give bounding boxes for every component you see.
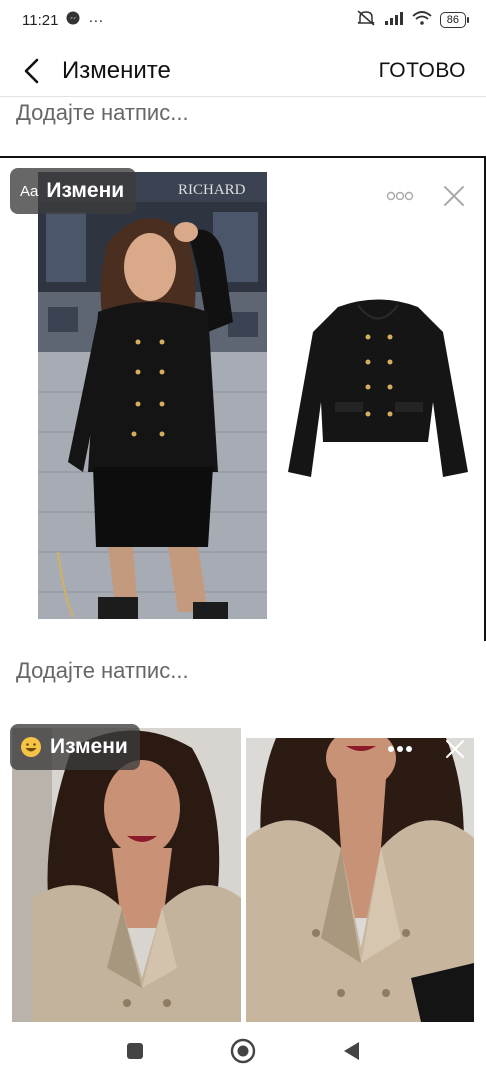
back-nav-button[interactable] <box>337 1037 365 1065</box>
close-icon <box>446 740 464 758</box>
edit-button-label: Измени <box>46 179 125 202</box>
more-options-button[interactable] <box>384 186 416 206</box>
more-horizontal-icon <box>388 746 412 752</box>
wifi-icon <box>412 11 432 29</box>
edit-button-label-2: Измени <box>50 735 128 758</box>
photo-woman-satin-blazer[interactable] <box>12 728 241 1022</box>
chevron-left-icon <box>24 58 39 84</box>
mute-icon <box>356 10 376 30</box>
photo-woman-black-outfit[interactable]: RICHARD <box>38 172 267 619</box>
photo-card-1: RICHARD Aa Измени <box>0 156 486 641</box>
caption-input-top[interactable]: Додајте натпис... <box>16 100 189 126</box>
remove-photo-button-2[interactable] <box>442 736 468 762</box>
storefront-text: RICHARD <box>178 182 246 198</box>
text-style-icon: Aa <box>20 182 39 200</box>
page-title: Измените <box>62 57 171 84</box>
status-bar: 11:21 ··· 86 <box>0 0 486 40</box>
triangle-back-icon <box>344 1042 359 1060</box>
home-button[interactable] <box>229 1037 257 1065</box>
recent-apps-button[interactable] <box>121 1037 149 1065</box>
signal-icon <box>384 11 404 29</box>
remove-photo-button[interactable] <box>440 182 468 210</box>
more-options-button-2[interactable] <box>386 740 414 758</box>
edit-button-2[interactable]: Измени <box>10 724 140 770</box>
more-horizontal-icon <box>386 191 414 201</box>
app-header: Измените ГОТОВО <box>0 48 486 94</box>
circle-icon <box>230 1038 256 1064</box>
messenger-icon <box>66 11 80 29</box>
photo-satin-blazer-closeup[interactable] <box>246 738 474 1022</box>
battery-icon: 86 <box>439 12 470 28</box>
done-button[interactable]: ГОТОВО <box>379 59 466 83</box>
back-button[interactable] <box>10 49 54 93</box>
close-icon <box>444 186 464 206</box>
edit-button[interactable]: Aa Измени <box>10 168 137 214</box>
more-notifications: ··· <box>88 11 104 29</box>
square-icon <box>127 1043 143 1059</box>
system-nav-bar <box>0 1022 486 1080</box>
header-divider <box>0 96 486 97</box>
caption-input-middle[interactable]: Додајте натпис... <box>16 658 189 684</box>
clock: 11:21 <box>22 11 59 29</box>
photo-card-2: Измени <box>0 722 486 1022</box>
emoji-icon <box>21 737 41 757</box>
photo-jacket-product[interactable] <box>283 172 473 619</box>
